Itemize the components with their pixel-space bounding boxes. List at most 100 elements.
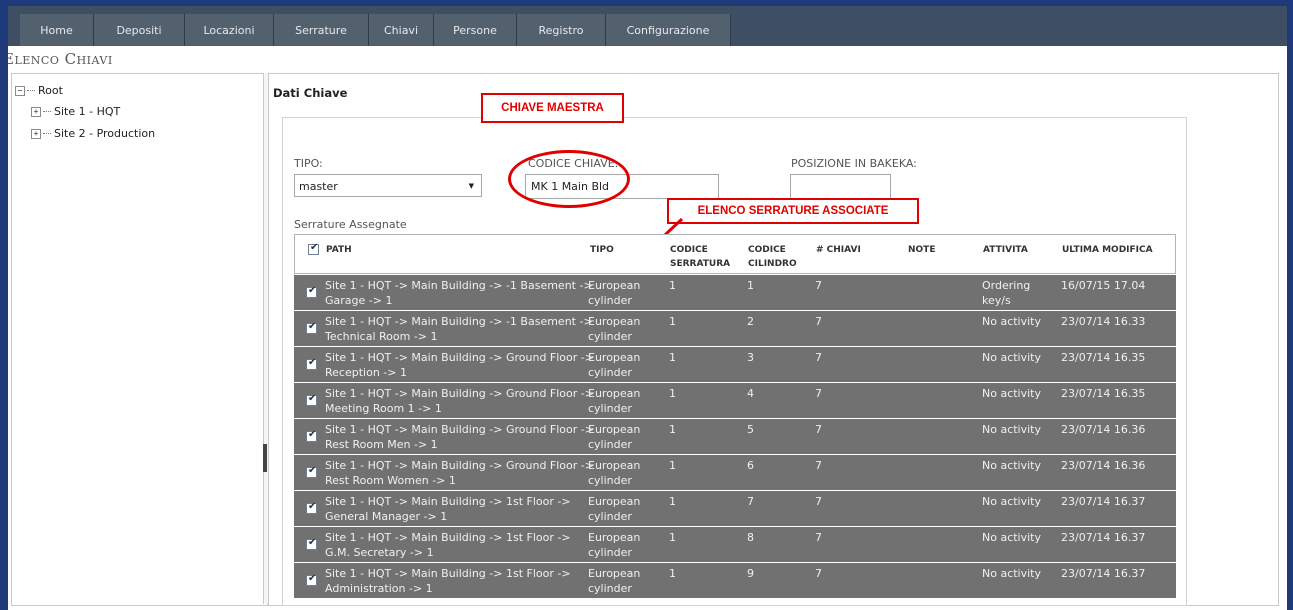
- cell-line: cylinder: [588, 582, 632, 595]
- cell-codice-cilindro: 8: [747, 530, 754, 545]
- tab-registro[interactable]: Registro: [517, 14, 606, 46]
- table-row[interactable]: Site 1 - HQT -> Main Building -> Ground …: [294, 347, 1176, 382]
- cell-attivita: No activity: [982, 422, 1041, 437]
- annotation-associated-locks: ELENCO SERRATURE ASSOCIATE: [667, 198, 919, 224]
- cell-line: cylinder: [588, 366, 632, 379]
- cell-line: 23/07/14 16.37: [1061, 495, 1146, 508]
- row-checkbox[interactable]: [306, 429, 317, 442]
- tab-depositi[interactable]: Depositi: [94, 14, 185, 46]
- cell-line: Reception -> 1: [325, 366, 407, 379]
- row-checkbox[interactable]: [306, 537, 317, 550]
- cell-line: 1: [669, 423, 676, 436]
- cell-line: 2: [747, 315, 754, 328]
- table-row[interactable]: Site 1 - HQT -> Main Building -> 1st Flo…: [294, 563, 1176, 598]
- cell-line: 5: [747, 423, 754, 436]
- cell-codice-serratura: 1: [669, 278, 676, 293]
- cell-n-chiavi: 7: [815, 566, 822, 581]
- annotation-master-key: CHIAVE MAESTRA: [481, 93, 624, 123]
- posizione-label: POSIZIONE IN BAKEKA:: [791, 157, 917, 170]
- table-row[interactable]: Site 1 - HQT -> Main Building -> -1 Base…: [294, 275, 1176, 310]
- cell-line: 7: [815, 315, 822, 328]
- col-attivita[interactable]: ATTIVITA: [983, 243, 1028, 257]
- cell-attivita: No activity: [982, 566, 1041, 581]
- table-row[interactable]: Site 1 - HQT -> Main Building -> 1st Flo…: [294, 527, 1176, 562]
- cell-line: 7: [747, 495, 754, 508]
- tab-chiavi[interactable]: Chiavi: [369, 14, 434, 46]
- cell-n-chiavi: 7: [815, 530, 822, 545]
- page-title: Elenco Chiavi: [8, 50, 113, 68]
- cell-attivita: No activity: [982, 314, 1041, 329]
- col-path[interactable]: PATH: [326, 243, 352, 257]
- tree-node-label: Site 1 - HQT: [54, 105, 121, 118]
- table-row[interactable]: Site 1 - HQT -> Main Building -> Ground …: [294, 383, 1176, 418]
- row-checkbox[interactable]: [306, 393, 317, 406]
- cell-line: Rest Room Women -> 1: [325, 474, 456, 487]
- tree-node-site1[interactable]: + Site 1 - HQT: [31, 105, 120, 118]
- serrature-heading: Serrature Assegnate: [294, 218, 407, 231]
- tree-node-root[interactable]: − Root: [15, 84, 63, 97]
- table-row[interactable]: Site 1 - HQT -> Main Building -> 1st Flo…: [294, 491, 1176, 526]
- col-label-line2: SERRATURA: [670, 259, 731, 269]
- cell-tipo: European cylinder: [588, 314, 640, 344]
- table-row[interactable]: Site 1 - HQT -> Main Building -> -1 Base…: [294, 311, 1176, 346]
- cell-line: cylinder: [588, 546, 632, 559]
- tipo-select[interactable]: master ▼: [294, 174, 482, 197]
- row-checkbox[interactable]: [306, 285, 317, 298]
- cell-path: Site 1 - HQT -> Main Building -> Ground …: [325, 422, 594, 452]
- cell-line: Site 1 - HQT -> Main Building -> Ground …: [325, 423, 594, 436]
- tree-node-label: Root: [38, 84, 63, 97]
- row-checkbox[interactable]: [306, 573, 317, 586]
- cell-line: 23/07/14 16.33: [1061, 315, 1146, 328]
- cell-attivita: No activity: [982, 494, 1041, 509]
- cell-line: Site 1 - HQT -> Main Building -> Ground …: [325, 459, 594, 472]
- tipo-selected-value: master: [299, 180, 338, 193]
- tab-configurazione[interactable]: Configurazione: [606, 14, 731, 46]
- cell-line: 6: [747, 459, 754, 472]
- col-codice-cilindro[interactable]: CODICE CILINDRO: [748, 243, 797, 271]
- tab-locazioni[interactable]: Locazioni: [185, 14, 274, 46]
- expand-icon[interactable]: +: [31, 106, 41, 117]
- lock-grid-rows: Site 1 - HQT -> Main Building -> -1 Base…: [294, 275, 1176, 610]
- tab-home[interactable]: Home: [20, 14, 94, 46]
- row-checkbox[interactable]: [306, 465, 317, 478]
- select-all-checkbox[interactable]: [308, 242, 319, 255]
- table-row[interactable]: Site 1 - HQT -> Main Building -> Ground …: [294, 455, 1176, 490]
- posizione-input[interactable]: [790, 174, 891, 199]
- cell-codice-serratura: 1: [669, 386, 676, 401]
- table-row[interactable]: Site 1 - HQT -> Main Building -> Ground …: [294, 419, 1176, 454]
- col-n-chiavi[interactable]: # CHIAVI: [816, 243, 861, 257]
- cell-ultima-modifica: 23/07/14 16.35: [1061, 350, 1145, 365]
- cell-codice-serratura: 1: [669, 530, 676, 545]
- cell-line: 7: [815, 459, 822, 472]
- cell-line: 7: [815, 495, 822, 508]
- col-codice-serratura[interactable]: CODICE SERRATURA: [670, 243, 730, 271]
- col-tipo[interactable]: TIPO: [590, 243, 614, 257]
- cell-line: 3: [747, 351, 754, 364]
- collapse-panel-handle[interactable]: [263, 444, 267, 472]
- annotation-ellipse: [508, 150, 630, 208]
- row-checkbox[interactable]: [306, 501, 317, 514]
- row-checkbox[interactable]: [306, 321, 317, 334]
- row-checkbox[interactable]: [306, 357, 317, 370]
- tab-persone[interactable]: Persone: [434, 14, 517, 46]
- cell-line: 4: [747, 387, 754, 400]
- cell-codice-cilindro: 5: [747, 422, 754, 437]
- cell-line: 8: [747, 531, 754, 544]
- tree-node-site2[interactable]: + Site 2 - Production: [31, 127, 155, 140]
- cell-n-chiavi: 7: [815, 458, 822, 473]
- cell-codice-cilindro: 7: [747, 494, 754, 509]
- cell-codice-cilindro: 9: [747, 566, 754, 581]
- top-navigation: Home Depositi Locazioni Serrature Chiavi…: [8, 6, 1287, 46]
- cell-line: No activity: [982, 567, 1042, 580]
- collapse-icon[interactable]: −: [15, 85, 25, 96]
- cell-line: European: [588, 279, 641, 292]
- cell-line: 7: [815, 387, 822, 400]
- cell-codice-serratura: 1: [669, 566, 676, 581]
- cell-n-chiavi: 7: [815, 278, 822, 293]
- tab-serrature[interactable]: Serrature: [274, 14, 369, 46]
- section-title: Dati Chiave: [273, 86, 348, 100]
- col-ultima-modifica[interactable]: ULTIMA MODIFICA: [1062, 243, 1153, 257]
- cell-codice-cilindro: 2: [747, 314, 754, 329]
- expand-icon[interactable]: +: [31, 128, 41, 139]
- col-note[interactable]: NOTE: [908, 243, 935, 257]
